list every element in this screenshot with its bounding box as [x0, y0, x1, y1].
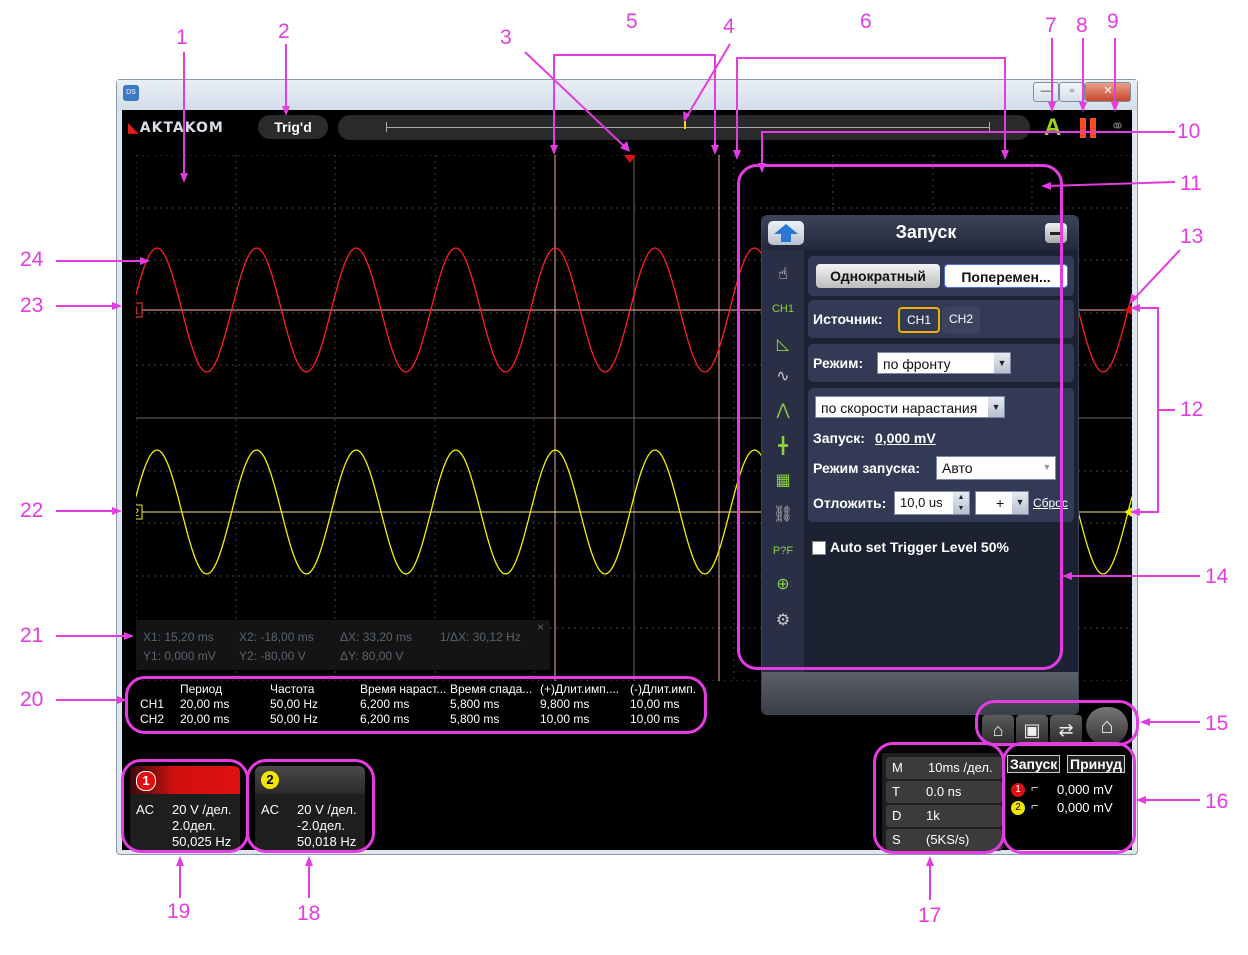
callout-13: 13: [1180, 225, 1204, 248]
callout-16: 16: [1205, 790, 1229, 813]
callout-5: 5: [626, 10, 638, 33]
callout-15: 15: [1205, 712, 1229, 735]
callout-18: 18: [297, 902, 321, 925]
callout-24: 24: [20, 248, 44, 271]
callout-22: 22: [20, 499, 44, 522]
callout-23: 23: [20, 294, 44, 317]
callout-12: 12: [1180, 398, 1204, 421]
callout-21: 21: [20, 624, 44, 647]
callout-3: 3: [500, 26, 512, 49]
callout-14: 14: [1205, 565, 1229, 588]
callout-20: 20: [20, 688, 44, 711]
callout-2: 2: [278, 20, 290, 43]
callout-10: 10: [1177, 120, 1201, 143]
callout-6: 6: [860, 10, 872, 33]
callout-7: 7: [1045, 14, 1057, 37]
callout-4: 4: [723, 15, 735, 38]
annotation-leaders: [56, 38, 1200, 900]
callout-17: 17: [918, 904, 942, 927]
callout-8: 8: [1076, 14, 1088, 37]
callout-1: 1: [176, 26, 188, 49]
callout-19: 19: [167, 900, 191, 923]
callout-9: 9: [1107, 10, 1119, 33]
callout-11: 11: [1180, 172, 1202, 195]
